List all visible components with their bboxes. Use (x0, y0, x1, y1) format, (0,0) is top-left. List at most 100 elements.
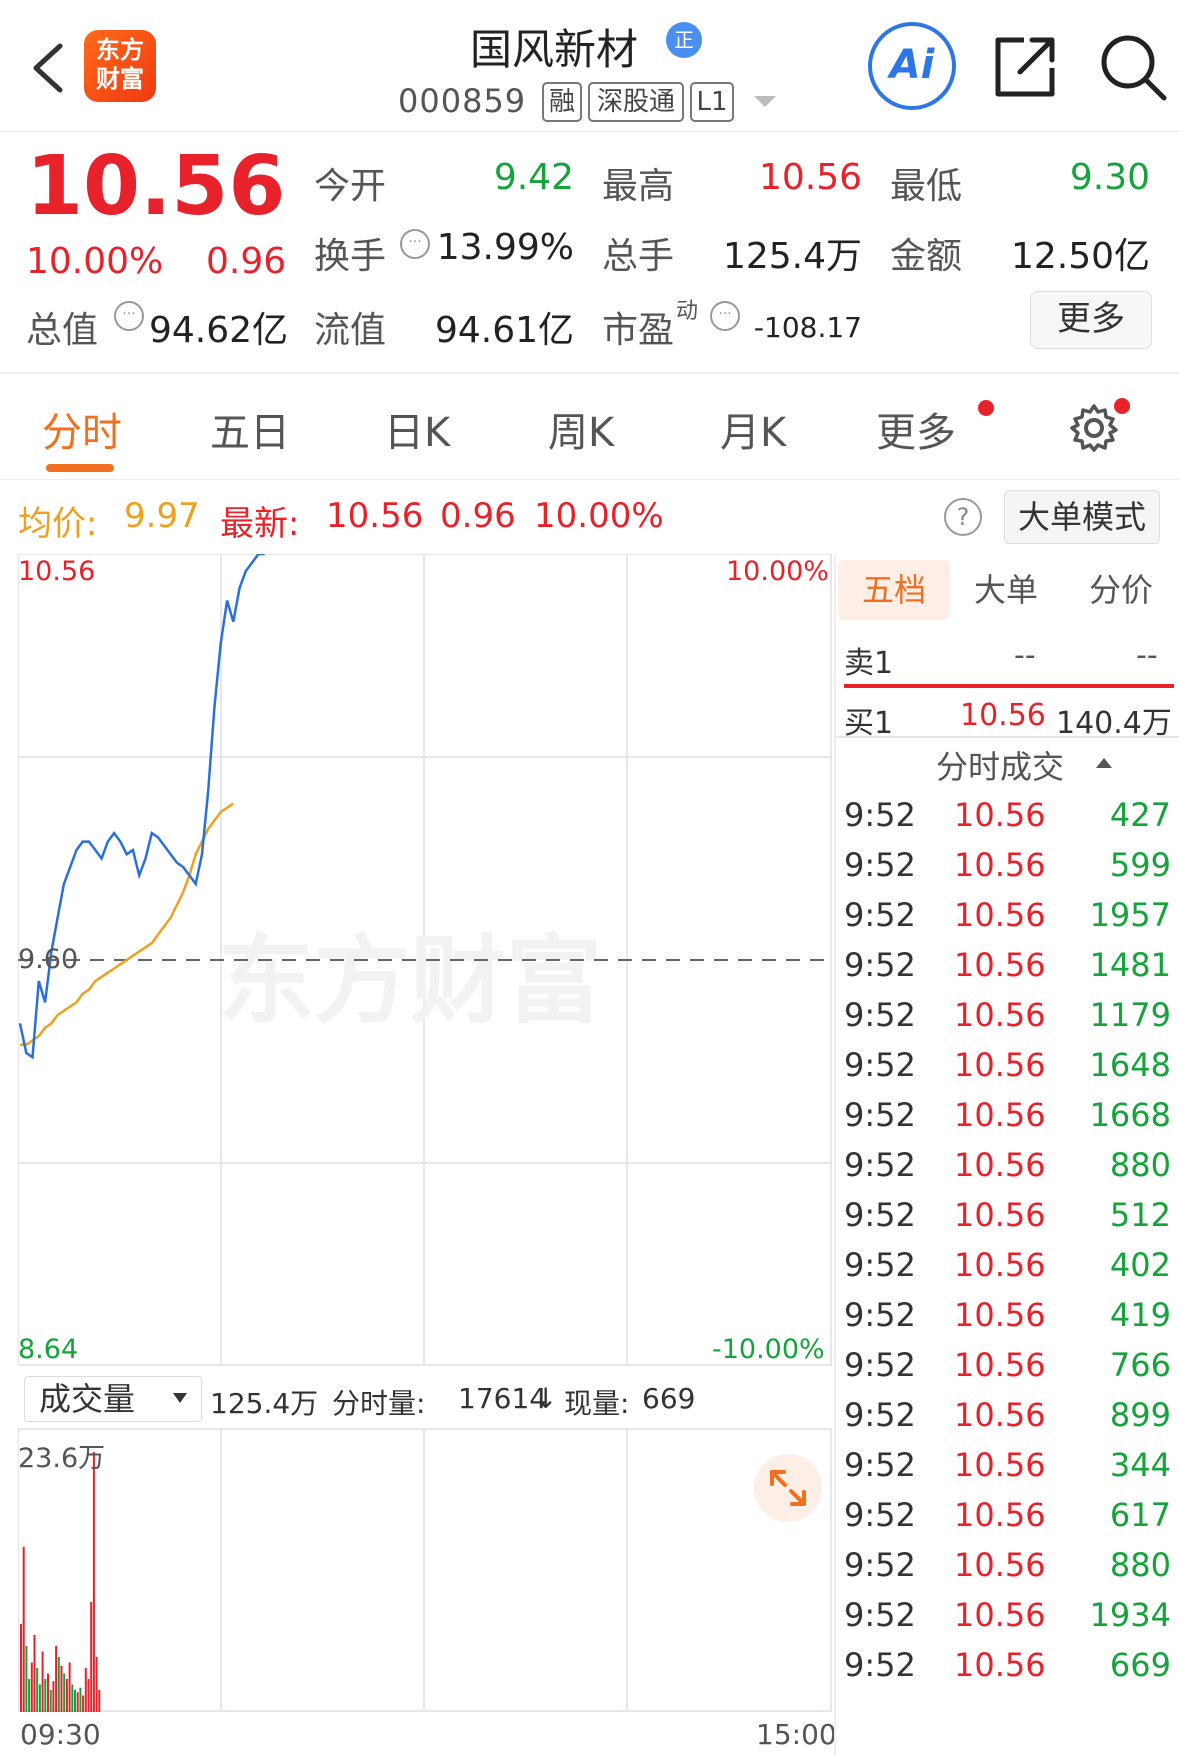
tab-price-distribution[interactable]: 分价 (1066, 560, 1176, 620)
volume-bar (84, 1667, 87, 1712)
volume-label: 总手 (602, 236, 675, 277)
table-row[interactable]: 9:52 10.56 1648 (836, 1042, 1179, 1092)
tick-time: 9:52 (844, 896, 916, 934)
order-book-panel: 五档 大单 分价 卖1 -- -- 买1 10.56 140.4万 分时成交 9… (836, 554, 1179, 1755)
help-icon[interactable]: ? (944, 498, 982, 536)
volume-bar (74, 1689, 76, 1712)
turnover-label: 换手 (314, 236, 387, 277)
volume-total: 125.4万 (210, 1387, 319, 1420)
table-row[interactable]: 9:52 10.56 427 (836, 792, 1179, 842)
status-badge: 正 (666, 22, 702, 58)
tick-time: 9:52 (844, 1246, 916, 1284)
tab-five-day[interactable]: 五日 (210, 400, 290, 458)
volume-bar (68, 1662, 71, 1712)
indicator-selector[interactable]: 成交量 (24, 1376, 202, 1422)
pct-axis-top-label: 10.00% (726, 556, 829, 587)
big-order-mode-button[interactable]: 大单模式 (1004, 490, 1160, 544)
chevron-down-icon[interactable] (754, 96, 776, 107)
tab-intraday[interactable]: 分时 (42, 400, 122, 458)
sell-level-1[interactable]: 卖1 -- -- (836, 630, 1179, 681)
buy1-price: 10.56 (960, 698, 1046, 733)
tick-volume: 766 (1109, 1346, 1171, 1384)
table-row[interactable]: 9:52 10.56 419 (836, 1292, 1179, 1342)
table-row[interactable]: 9:52 10.56 1934 (836, 1592, 1179, 1642)
watermark: 东方财富 (218, 925, 602, 1037)
tick-price: 10.56 (954, 896, 1046, 934)
tab-big-orders[interactable]: 大单 (956, 560, 1056, 620)
interval-volume-label: 分时量: (332, 1387, 426, 1420)
table-row[interactable]: 9:52 10.56 1957 (836, 892, 1179, 942)
tag-connect: 深股通 (588, 82, 684, 122)
tab-five-levels[interactable]: 五档 (838, 560, 950, 620)
search-icon[interactable] (1094, 28, 1170, 104)
table-row[interactable]: 9:52 10.56 1179 (836, 992, 1179, 1042)
buy-level-1[interactable]: 买1 10.56 140.4万 (836, 690, 1179, 741)
table-row[interactable]: 9:52 10.56 1668 (836, 1092, 1179, 1142)
ai-assistant-icon[interactable]: Ai (868, 22, 956, 110)
table-row[interactable]: 9:52 10.56 766 (836, 1342, 1179, 1392)
volume-bar (71, 1684, 74, 1712)
table-row[interactable]: 9:52 10.56 617 (836, 1492, 1179, 1542)
tick-price: 10.56 (954, 1446, 1046, 1484)
divider (844, 684, 1174, 688)
tick-volume: 419 (1109, 1296, 1171, 1334)
avg-label: 均价: (18, 504, 98, 544)
open-value: 9.42 (493, 157, 574, 198)
volume-bar (55, 1645, 58, 1712)
tick-price: 10.56 (954, 1146, 1046, 1184)
tick-time: 9:52 (844, 1496, 916, 1534)
high-value: 10.56 (758, 157, 862, 198)
avg-value: 9.97 (124, 496, 200, 536)
tick-price: 10.56 (954, 1246, 1046, 1284)
table-row[interactable]: 9:52 10.56 344 (836, 1442, 1179, 1492)
tab-week-k[interactable]: 周K (548, 400, 614, 458)
tick-price: 10.56 (954, 1546, 1046, 1584)
table-row[interactable]: 9:52 10.56 669 (836, 1642, 1179, 1692)
tag-level: L1 (690, 82, 734, 122)
caret-down-icon (173, 1393, 187, 1403)
tick-price: 10.56 (954, 996, 1046, 1034)
tick-time: 9:52 (844, 946, 916, 984)
table-row[interactable]: 9:52 10.56 880 (836, 1542, 1179, 1592)
tick-volume: 599 (1109, 846, 1171, 884)
tick-volume: 402 (1109, 1246, 1171, 1284)
logo-text-top: 东方 (96, 36, 144, 64)
more-button[interactable]: 更多 (1030, 291, 1152, 349)
notification-dot (1114, 398, 1130, 414)
app-logo[interactable]: 东方 财富 (84, 30, 156, 102)
volume-bar (63, 1673, 66, 1712)
table-row[interactable]: 9:52 10.56 402 (836, 1242, 1179, 1292)
back-arrow-icon[interactable] (28, 40, 68, 96)
share-icon[interactable] (990, 30, 1062, 102)
volume-bars (20, 1452, 101, 1712)
tab-day-k[interactable]: 日K (384, 400, 450, 458)
mktcap-value: 94.62亿 (148, 310, 288, 351)
volume-bar (20, 1623, 22, 1712)
table-row[interactable]: 9:52 10.56 1481 (836, 942, 1179, 992)
tab-more[interactable]: 更多 (876, 400, 956, 458)
latest-label: 最新: (220, 504, 300, 544)
expand-icon[interactable] (754, 1454, 822, 1522)
tick-time: 9:52 (844, 1096, 916, 1134)
volume-bar (22, 1546, 25, 1712)
tick-volume: 880 (1109, 1146, 1171, 1184)
volume-chart[interactable] (18, 1428, 832, 1712)
pct-axis-bottom-label: -10.00% (712, 1334, 825, 1365)
table-row[interactable]: 9:52 10.56 512 (836, 1192, 1179, 1242)
amount-value: 12.50亿 (1010, 236, 1150, 277)
intraday-price-chart[interactable]: 东方财富 (18, 554, 832, 1366)
table-row[interactable]: 9:52 10.56 599 (836, 842, 1179, 892)
tab-month-k[interactable]: 月K (720, 400, 786, 458)
info-icon[interactable]: ··· (114, 301, 144, 331)
volume-bar (82, 1695, 85, 1712)
table-row[interactable]: 9:52 10.56 899 (836, 1392, 1179, 1442)
ticks-header[interactable]: 分时成交 (936, 742, 1064, 788)
divider (834, 554, 836, 1755)
gear-icon[interactable] (1068, 402, 1120, 454)
pe-superscript: 动 (676, 299, 699, 324)
info-icon[interactable]: ··· (400, 229, 430, 259)
info-icon[interactable]: ··· (710, 301, 740, 331)
notification-dot (978, 400, 994, 416)
tick-time: 9:52 (844, 1646, 916, 1684)
table-row[interactable]: 9:52 10.56 880 (836, 1142, 1179, 1192)
